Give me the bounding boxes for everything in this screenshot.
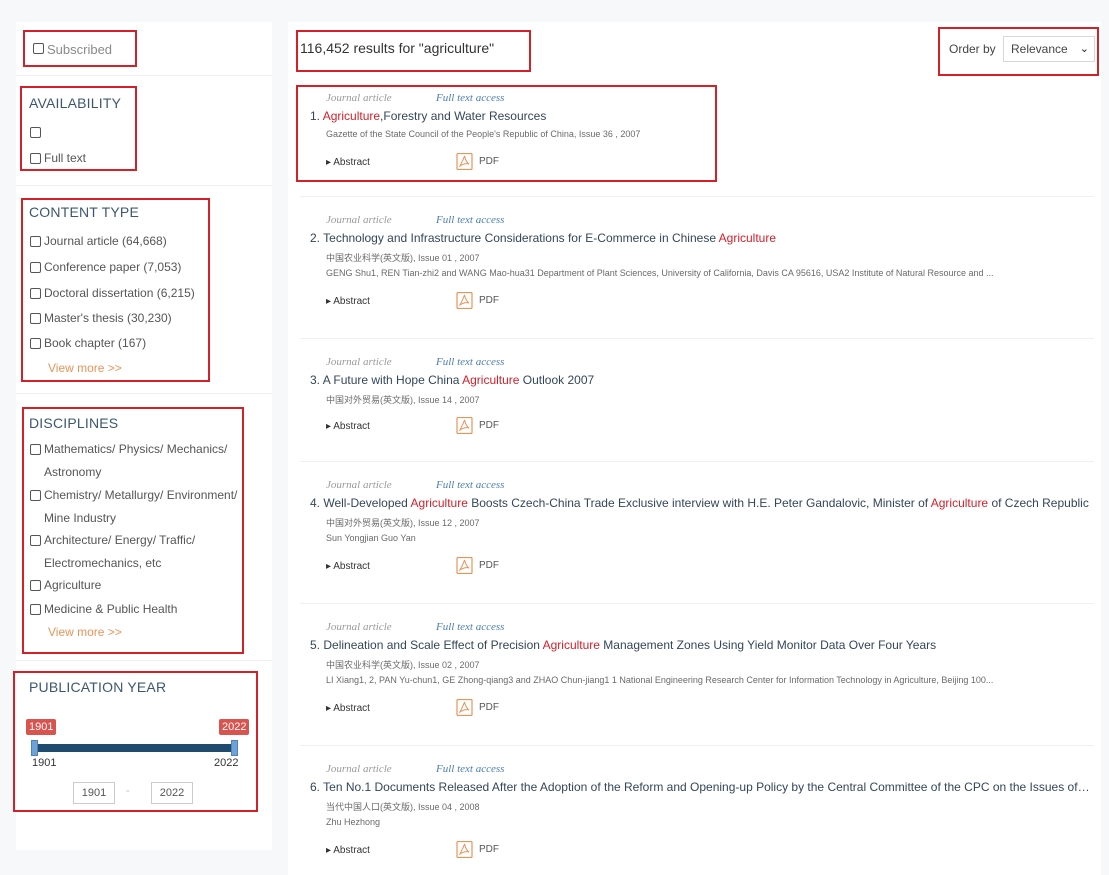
result-item: Journal article Full text access 4. Well-D… (310, 479, 1095, 579)
result-number: 6. (310, 780, 321, 794)
result-title-link[interactable]: 2. Technology and Infrastructure Conside… (310, 231, 1090, 245)
result-separator (300, 196, 1094, 197)
annotation-box (296, 85, 717, 182)
pdf-download-link[interactable]: PDF (456, 417, 499, 434)
pdf-label: PDF (479, 420, 499, 431)
result-item: Journal article Full text access 3. A Futu… (310, 356, 1095, 456)
abstract-label: Abstract (333, 296, 370, 307)
annotation-box (296, 30, 531, 72)
result-type: Journal article (326, 356, 392, 368)
pdf-icon (456, 417, 473, 434)
pdf-label: PDF (479, 702, 499, 713)
result-separator (300, 461, 1094, 462)
title-text: Technology and Infrastructure Considerat… (323, 231, 719, 245)
pdf-download-link[interactable]: PDF (456, 699, 499, 716)
result-separator (300, 603, 1094, 604)
annotation-box (23, 30, 137, 67)
pdf-label: PDF (479, 560, 499, 571)
result-authors: Sun Yongjian Guo Yan (326, 533, 416, 543)
keyword-highlight: Agriculture (542, 638, 600, 652)
title-text: A Future with Hope China (322, 373, 463, 387)
abstract-toggle[interactable]: ▸ Abstract (326, 703, 370, 714)
result-title-link[interactable]: 6. Ten No.1 Documents Released After the… (310, 780, 1090, 794)
result-type: Journal article (326, 621, 392, 633)
keyword-highlight: Agriculture (410, 496, 468, 510)
pdf-label: PDF (479, 844, 499, 855)
title-text: Delineation and Scale Effect of Precisio… (323, 638, 543, 652)
result-number: 4. (310, 496, 321, 510)
pdf-download-link[interactable]: PDF (456, 841, 499, 858)
result-authors: LI Xiang1, 2, PAN Yu-chun1, GE Zhong-qia… (326, 675, 994, 685)
result-source: 中国农业科学(英文版), Issue 02 , 2007 (326, 660, 480, 670)
full-text-access-link[interactable]: Full text access (436, 763, 504, 775)
result-item: Journal article Full text access 6. Ten No… (310, 763, 1095, 863)
result-source: 当代中国人口(英文版), Issue 04 , 2008 (326, 802, 480, 812)
annotation-box (938, 27, 1099, 76)
abstract-label: Abstract (333, 421, 370, 432)
abstract-toggle[interactable]: ▸ Abstract (326, 296, 370, 307)
abstract-label: Abstract (333, 703, 370, 714)
abstract-toggle[interactable]: ▸ Abstract (326, 561, 370, 572)
title-text: Ten No.1 Documents Released After the Ad… (323, 780, 1090, 794)
result-type: Journal article (326, 479, 392, 491)
result-type: Journal article (326, 763, 392, 775)
result-separator (300, 745, 1094, 746)
pdf-icon (456, 557, 473, 574)
abstract-toggle[interactable]: ▸ Abstract (326, 845, 370, 856)
abstract-label: Abstract (333, 561, 370, 572)
result-source: 中国对外贸易(英文版), Issue 12 , 2007 (326, 518, 480, 528)
divider (16, 75, 272, 76)
full-text-access-link[interactable]: Full text access (436, 621, 504, 633)
result-title-link[interactable]: 3. A Future with Hope China Agriculture … (310, 373, 1090, 387)
result-item: Journal article Full text access 2. Techno… (310, 214, 1095, 314)
result-source: 中国农业科学(英文版), Issue 01 , 2007 (326, 253, 480, 263)
result-title-link[interactable]: 5. Delineation and Scale Effect of Preci… (310, 638, 1090, 652)
title-text: Well-Developed (323, 496, 411, 510)
pdf-icon (456, 699, 473, 716)
abstract-toggle[interactable]: ▸ Abstract (326, 421, 370, 432)
result-source: 中国对外贸易(英文版), Issue 14 , 2007 (326, 395, 480, 405)
result-separator (300, 338, 1094, 339)
pdf-download-link[interactable]: PDF (456, 557, 499, 574)
divider (16, 185, 272, 186)
title-text: Management Zones Using Yield Monitor Dat… (599, 638, 937, 652)
result-authors: GENG Shu1, REN Tian-zhi2 and WANG Mao-hu… (326, 268, 994, 278)
result-type: Journal article (326, 214, 392, 226)
result-item: Journal article Full text access 5. Deline… (310, 621, 1095, 721)
keyword-highlight: Agriculture (462, 373, 520, 387)
result-number: 2. (310, 231, 321, 245)
divider (16, 660, 272, 661)
title-text: of Czech Republic (988, 496, 1089, 510)
title-text: Boosts Czech-China Trade Exclusive inter… (467, 496, 931, 510)
result-number: 3. (310, 373, 321, 387)
full-text-access-link[interactable]: Full text access (436, 214, 504, 226)
keyword-highlight: Agriculture (930, 496, 989, 510)
full-text-access-link[interactable]: Full text access (436, 356, 504, 368)
pdf-icon (456, 841, 473, 858)
full-text-access-link[interactable]: Full text access (436, 479, 504, 491)
pdf-label: PDF (479, 295, 499, 306)
abstract-label: Abstract (333, 845, 370, 856)
annotation-box (21, 198, 210, 382)
result-authors: Zhu Hezhong (326, 817, 381, 827)
annotation-box (22, 407, 244, 654)
divider (16, 393, 272, 394)
result-title-link[interactable]: 4. Well-Developed Agriculture Boosts Cze… (310, 496, 1090, 510)
pdf-icon (456, 292, 473, 309)
annotation-box (20, 86, 137, 171)
keyword-highlight: Agriculture (718, 231, 777, 245)
result-number: 5. (310, 638, 321, 652)
pdf-download-link[interactable]: PDF (456, 292, 499, 309)
annotation-box (13, 671, 258, 812)
title-text: Outlook 2007 (519, 373, 595, 387)
